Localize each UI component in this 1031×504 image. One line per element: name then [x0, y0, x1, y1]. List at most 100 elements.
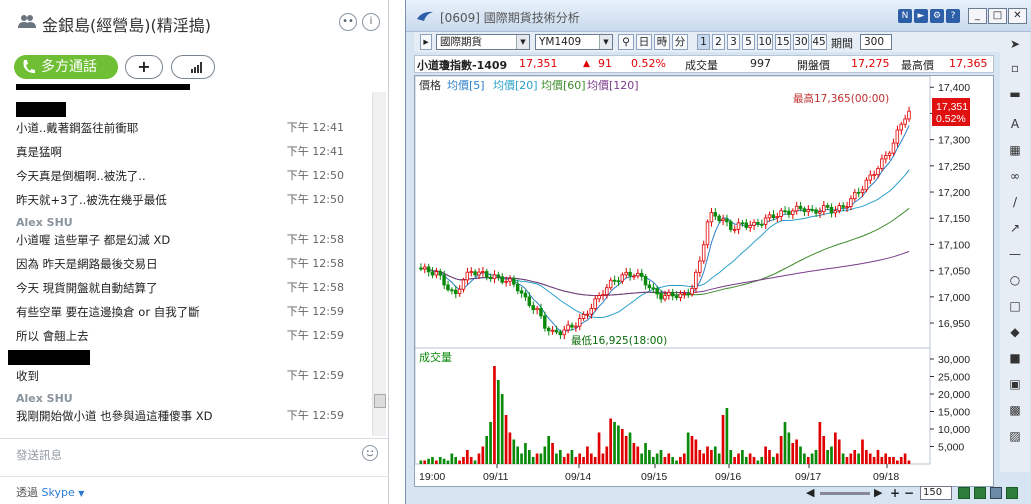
- trend-line-icon[interactable]: ↗: [1007, 220, 1023, 236]
- volume-bar: [605, 446, 609, 464]
- volume-bar: [725, 408, 729, 464]
- candle-body: [484, 271, 489, 278]
- scrollbar-thumb[interactable]: [374, 394, 386, 408]
- price-volume-chart[interactable]: 17,40017,35017,30017,25017,20017,15017,1…: [414, 75, 993, 486]
- volume-bar: [570, 450, 574, 464]
- volume-bar: [702, 453, 705, 464]
- sender-name: Alex SHU: [16, 392, 73, 405]
- interval-30[interactable]: 30: [793, 34, 809, 50]
- add-participant-button[interactable]: +: [125, 55, 163, 79]
- zoom-slider[interactable]: [820, 492, 870, 495]
- interval-1[interactable]: 1: [697, 34, 710, 50]
- message-text: 因為 昨天是網路最後交易日: [16, 257, 158, 271]
- help-icon[interactable]: ?: [946, 9, 960, 23]
- message-text: 我剛開始做小道 也參與過這種傻事 XD: [16, 409, 213, 423]
- volume-panel-label: 成交量: [419, 350, 452, 364]
- tab-hour[interactable]: 時: [654, 34, 670, 50]
- forward-icon[interactable]: ►: [914, 9, 928, 23]
- candle-body: [481, 271, 485, 273]
- eraser-all-icon[interactable]: ▬: [1007, 86, 1023, 102]
- interval-2[interactable]: 2: [712, 34, 725, 50]
- candle-body: [821, 205, 826, 213]
- x-axis-label: 09/14: [565, 471, 591, 483]
- info-icon[interactable]: i: [362, 13, 380, 31]
- zoom-in-icon[interactable]: ▶: [874, 486, 882, 499]
- message-text: 今天 現貨開盤就自動結算了: [16, 281, 158, 295]
- zoom-out-icon[interactable]: ◀: [806, 486, 814, 499]
- plus-icon[interactable]: +: [890, 486, 900, 500]
- volume-bar: [741, 450, 744, 464]
- message-scrollbar[interactable]: [372, 92, 386, 436]
- group-call-button[interactable]: 多方通話: [14, 55, 118, 79]
- horizontal-line-icon[interactable]: —: [1007, 246, 1023, 262]
- eraser-icon[interactable]: ▫: [1007, 60, 1023, 76]
- print-icon[interactable]: [990, 487, 1002, 499]
- volume-bar: [527, 450, 531, 464]
- tab-minute[interactable]: 分: [672, 34, 688, 50]
- interval-3[interactable]: 3: [727, 34, 740, 50]
- candle-body: [880, 158, 884, 169]
- rectangle-tool-icon[interactable]: □: [1007, 298, 1023, 314]
- volume-bar: [799, 446, 802, 464]
- interval-5[interactable]: 5: [742, 34, 755, 50]
- square-marker-icon[interactable]: ■: [1007, 350, 1023, 366]
- bring-front-icon[interactable]: ▩: [1007, 402, 1023, 418]
- period-input[interactable]: 300: [860, 34, 892, 50]
- marker-icon[interactable]: ◆: [1007, 324, 1023, 340]
- send-back-icon[interactable]: ▨: [1007, 428, 1023, 444]
- circle-tool-icon[interactable]: ○: [1007, 272, 1023, 288]
- call-quality-button[interactable]: [171, 55, 215, 79]
- message-time: 下午 12:50: [286, 169, 344, 182]
- volume-bar: [601, 453, 605, 464]
- chart-type-icon[interactable]: ▣: [1007, 376, 1023, 392]
- volume-bar: [636, 446, 640, 464]
- emoticon-icon[interactable]: [362, 445, 378, 461]
- interval-10[interactable]: 10: [757, 34, 773, 50]
- volume-bar: [551, 443, 554, 464]
- zoom-input[interactable]: 150: [920, 486, 952, 500]
- tab-day[interactable]: 日: [636, 34, 652, 50]
- volume-tick-label: 15,000: [938, 407, 970, 419]
- export-icon[interactable]: [958, 487, 970, 499]
- dropdown-arrow-icon[interactable]: ▼: [78, 489, 84, 498]
- skype-chat-panel: 金銀島(經營島)(精淫搗) •• i 多方通話 + 小道..戴著鋼盔往前衝耶 下…: [0, 0, 389, 504]
- grid-icon[interactable]: ▦: [1007, 142, 1023, 158]
- interval-45[interactable]: 45: [811, 34, 827, 50]
- volume-bar: [830, 446, 833, 464]
- volume-bar: [620, 429, 624, 464]
- candle-body: [891, 142, 896, 154]
- message-input[interactable]: 發送訊息: [0, 438, 389, 468]
- candle-body: [876, 167, 880, 176]
- market-select[interactable]: 國際期貨 ▼: [436, 34, 530, 50]
- save-icon[interactable]: [1006, 487, 1018, 499]
- volume-bar: [667, 453, 671, 464]
- chevron-down-icon: ▼: [516, 35, 529, 49]
- volume-bar: [574, 457, 578, 464]
- excel-icon[interactable]: [974, 487, 986, 499]
- fibonacci-icon[interactable]: ∞: [1007, 168, 1023, 184]
- minus-icon[interactable]: −: [904, 486, 914, 500]
- play-icon[interactable]: ▸: [420, 34, 432, 50]
- text-tool-icon[interactable]: A: [1007, 116, 1023, 132]
- price-tick-label: 16,950: [938, 318, 970, 330]
- x-axis-label: 09/11: [483, 471, 509, 483]
- zoom-search-icon[interactable]: ⚲: [618, 34, 634, 50]
- settings-icon[interactable]: ⚙: [930, 9, 944, 23]
- close-button[interactable]: ✕: [1008, 8, 1027, 24]
- volume-bar: [748, 453, 752, 464]
- chat-footer: 透過 Skype ▼: [0, 476, 389, 504]
- volume-bar: [566, 453, 570, 464]
- cursor-icon[interactable]: ➤: [1007, 36, 1023, 52]
- chart-area[interactable]: 17,40017,35017,30017,25017,20017,15017,1…: [414, 75, 994, 487]
- participants-icon[interactable]: ••: [339, 13, 357, 31]
- minimize-button[interactable]: _: [968, 8, 987, 24]
- line-tool-icon[interactable]: /: [1007, 194, 1023, 210]
- via-skype-link[interactable]: Skype: [42, 486, 75, 499]
- symbol-select[interactable]: YM1409 ▼: [535, 34, 613, 50]
- candle-body: [887, 152, 892, 156]
- nav-icon[interactable]: N: [898, 9, 912, 23]
- maximize-button[interactable]: □: [988, 8, 1007, 24]
- interval-15[interactable]: 15: [775, 34, 791, 50]
- price-change: 91: [598, 57, 612, 70]
- message-item: 有些空單 要在這邊換倉 or 自我了斷 下午 12:59: [16, 302, 346, 322]
